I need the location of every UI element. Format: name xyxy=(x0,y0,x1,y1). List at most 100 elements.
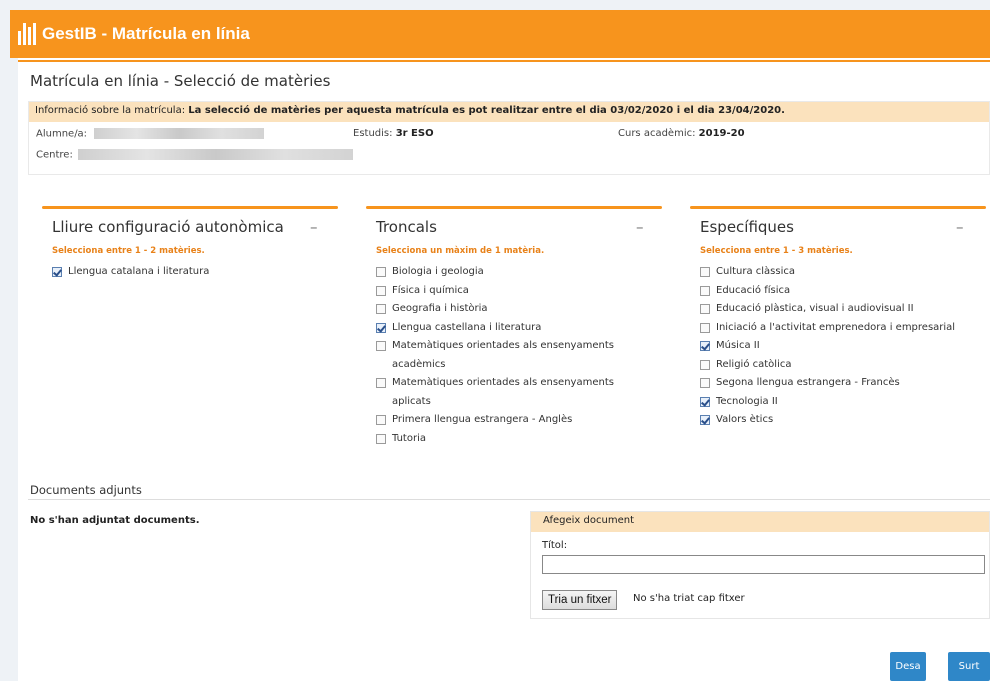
subject-checkbox[interactable] xyxy=(700,304,710,314)
subject-checkbox[interactable] xyxy=(376,322,386,333)
subject-label: Cultura clàssica xyxy=(716,266,796,277)
subject-label: Llengua castellana i literatura xyxy=(392,321,542,333)
subject-option[interactable]: Geografia i història xyxy=(376,300,646,319)
app-title: GestIB - Matrícula en línia xyxy=(42,24,250,43)
subject-checkbox[interactable] xyxy=(700,378,710,388)
add-document-header: Afegeix document xyxy=(531,512,989,532)
subject-label: Iniciació a l'activitat emprenedora i em… xyxy=(716,321,956,333)
student-row: Alumne/a: xyxy=(36,128,265,140)
subject-checkbox[interactable] xyxy=(376,433,386,444)
subject-list: Cultura clàssica Educació física Educació … xyxy=(700,263,955,430)
document-title-input[interactable] xyxy=(542,555,985,574)
subject-option[interactable]: Física i química xyxy=(376,282,646,301)
file-status-text: No s'ha triat cap fitxer xyxy=(633,593,745,604)
academic-year-label: Curs acadèmic: xyxy=(618,128,696,139)
studies-row: Estudis: 3r ESO xyxy=(353,128,434,139)
subject-checkbox[interactable] xyxy=(700,359,710,370)
subject-checkbox[interactable] xyxy=(376,267,386,277)
subject-option[interactable]: Segona llengua estrangera - Francès xyxy=(700,374,955,393)
info-header: Informació sobre la matrícula: La selecc… xyxy=(29,102,989,122)
subject-checkbox[interactable] xyxy=(376,285,386,296)
divider xyxy=(28,499,990,500)
subject-label: Música II xyxy=(716,340,760,351)
subject-checkbox[interactable] xyxy=(52,267,62,277)
subject-option[interactable]: Biologia i geologia xyxy=(376,263,646,282)
subject-label: Física i química xyxy=(392,284,469,296)
subject-label: Segona llengua estrangera - Francès xyxy=(716,377,900,388)
panel-title: Específiques xyxy=(700,218,794,236)
choose-file-button[interactable]: Tria un fitxer xyxy=(542,590,618,610)
subject-option[interactable]: Matemàtiques orientades als ensenyaments… xyxy=(376,337,646,374)
subject-checkbox[interactable] xyxy=(700,415,710,425)
subject-option[interactable]: Tecnologia II xyxy=(700,393,955,412)
subject-option[interactable]: Llengua castellana i literatura xyxy=(376,319,646,338)
subject-option[interactable]: Llengua catalana i literatura xyxy=(52,263,209,282)
subject-checkbox[interactable] xyxy=(700,396,710,407)
subject-option[interactable]: Matemàtiques orientades als ensenyaments… xyxy=(376,374,646,411)
subject-label: Educació física xyxy=(716,284,791,296)
subject-checkbox[interactable] xyxy=(376,378,386,388)
subject-label: Matemàtiques orientades als ensenyaments… xyxy=(392,340,614,370)
subject-label: Matemàtiques orientades als ensenyaments… xyxy=(392,377,614,407)
info-label: Informació sobre la matrícula: xyxy=(35,105,186,116)
info-message: La selecció de matèries per aquesta matr… xyxy=(188,105,785,116)
documents-title: Documents adjunts xyxy=(30,483,142,497)
subject-checkbox[interactable] xyxy=(700,285,710,296)
collapse-button[interactable]: – xyxy=(956,218,964,236)
studies-label: Estudis: xyxy=(353,128,393,139)
subject-label: Educació plàstica, visual i audiovisual … xyxy=(716,303,914,314)
subject-option[interactable]: Música II xyxy=(700,337,955,356)
subject-checkbox[interactable] xyxy=(700,322,710,333)
add-document-box: Afegeix document Títol: Tria un fitxer N… xyxy=(530,511,990,619)
subject-option[interactable]: Educació plàstica, visual i audiovisual … xyxy=(700,300,955,319)
subject-checkbox[interactable] xyxy=(700,267,710,277)
panel-title: Lliure configuració autonòmica xyxy=(52,218,284,236)
subject-checkbox[interactable] xyxy=(700,341,710,351)
page-title: Matrícula en línia - Selecció de matèrie… xyxy=(30,72,331,90)
subject-checkbox[interactable] xyxy=(376,304,386,314)
subject-checkbox[interactable] xyxy=(376,415,386,425)
enrollment-info-box: Informació sobre la matrícula: La selecc… xyxy=(28,101,990,175)
subject-option[interactable]: Iniciació a l'activitat emprenedora i em… xyxy=(700,319,955,338)
academic-year-value: 2019-20 xyxy=(698,128,745,139)
academic-year-row: Curs acadèmic: 2019-20 xyxy=(618,128,745,139)
panel-accent-line xyxy=(690,206,986,209)
subject-checkbox[interactable] xyxy=(376,341,386,351)
student-label: Alumne/a: xyxy=(36,128,88,140)
subject-list: Biologia i geologia Física i química Geogr… xyxy=(376,263,646,448)
panel-accent-line xyxy=(366,206,662,209)
save-button[interactable]: Desa xyxy=(890,652,926,681)
subject-label: Llengua catalana i literatura xyxy=(68,266,210,277)
collapse-button[interactable]: – xyxy=(636,218,644,236)
center-row: Centre: xyxy=(36,149,353,161)
center-label: Centre: xyxy=(36,149,73,161)
studies-value: 3r ESO xyxy=(395,128,434,139)
gestib-logo-icon xyxy=(18,23,36,45)
center-name-redacted xyxy=(78,149,353,160)
subject-label: Tecnologia II xyxy=(716,395,778,407)
subject-option[interactable]: Tutoria xyxy=(376,430,646,449)
subject-label: Tutoria xyxy=(392,432,426,444)
subject-label: Religió catòlica xyxy=(716,358,792,370)
exit-button[interactable]: Surt xyxy=(948,652,990,681)
panel-hint: Selecciona entre 1 - 3 matèries. xyxy=(700,246,853,256)
student-name-redacted xyxy=(94,128,265,139)
app-header: GestIB - Matrícula en línia xyxy=(10,10,990,58)
subject-label: Biologia i geologia xyxy=(392,266,484,277)
panel-title: Troncals xyxy=(376,218,437,236)
subject-option[interactable]: Valors ètics xyxy=(700,411,955,430)
no-documents-message: No s'han adjuntat documents. xyxy=(30,515,200,526)
subject-option[interactable]: Religió catòlica xyxy=(700,356,955,375)
subject-option[interactable]: Primera llengua estrangera - Anglès xyxy=(376,411,646,430)
subject-label: Valors ètics xyxy=(716,414,774,425)
subject-list: Llengua catalana i literatura xyxy=(52,263,209,282)
panel-hint: Selecciona un màxim de 1 matèria. xyxy=(376,246,545,256)
subject-label: Geografia i història xyxy=(392,303,488,314)
document-title-label: Títol: xyxy=(542,540,568,551)
accent-line xyxy=(18,60,990,62)
panel-accent-line xyxy=(42,206,338,209)
collapse-button[interactable]: – xyxy=(310,218,318,236)
subject-label: Primera llengua estrangera - Anglès xyxy=(392,414,573,425)
subject-option[interactable]: Educació física xyxy=(700,282,955,301)
subject-option[interactable]: Cultura clàssica xyxy=(700,263,955,282)
